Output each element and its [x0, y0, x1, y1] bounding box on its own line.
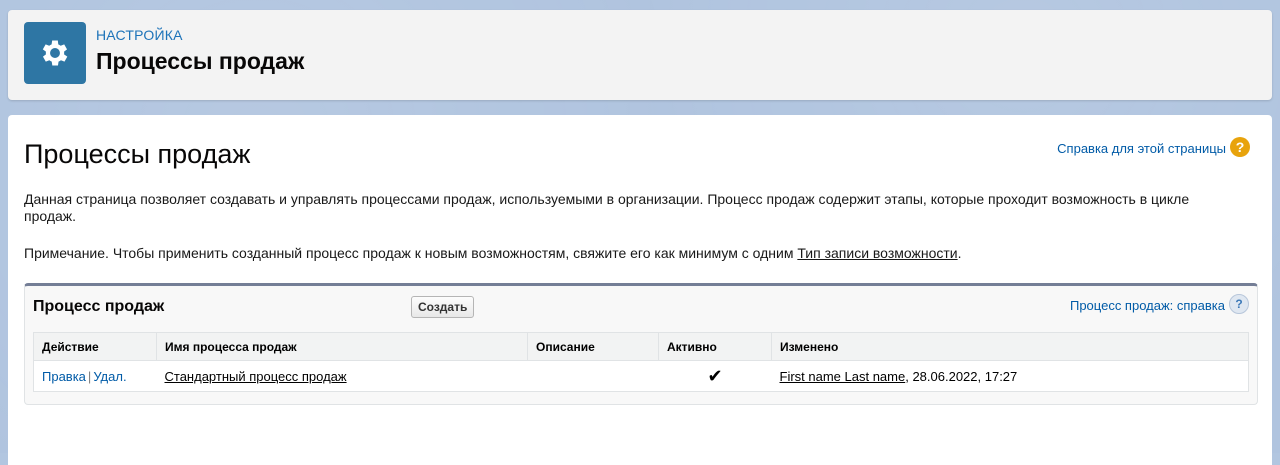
page-help-link[interactable]: Справка для этой страницы — [1057, 141, 1226, 156]
create-button[interactable]: Создать — [411, 296, 475, 318]
page-header: НАСТРОЙКА Процессы продаж — [8, 10, 1272, 100]
column-name: Имя процесса продаж — [156, 332, 528, 361]
edit-link[interactable]: Правка — [42, 369, 86, 384]
modified-by-link[interactable]: First name Last name — [780, 369, 906, 384]
column-action: Действие — [33, 332, 157, 361]
record-type-link[interactable]: Тип записи возможности — [797, 245, 957, 261]
modified-date: , 28.06.2022, 17:27 — [905, 368, 1018, 384]
gear-icon — [24, 22, 86, 84]
page-note: Примечание. Чтобы применить созданный пр… — [24, 245, 962, 261]
column-active: Активно — [658, 332, 772, 361]
main-content: Процессы продаж Справка для этой страниц… — [8, 115, 1272, 465]
column-description: Описание — [527, 332, 659, 361]
table-header-row: Действие Имя процесса продаж Описание Ак… — [33, 332, 1249, 361]
table-row: Правка | Удал. Стандартный процесс продаж … — [34, 361, 1249, 392]
panel-title: Процесс продаж — [33, 298, 165, 315]
page-title: Процессы продаж — [24, 139, 251, 169]
row-name: Стандартный процесс продаж — [157, 361, 528, 392]
row-active: ✔ — [659, 361, 772, 392]
panel-help-icon[interactable]: ? — [1229, 294, 1249, 314]
row-actions: Правка | Удал. — [34, 361, 157, 392]
delete-link[interactable]: Удал. — [93, 369, 126, 384]
row-modified: First name Last name, 28.06.2022, 17:27 — [772, 361, 1249, 392]
sales-process-table: Действие Имя процесса продаж Описание Ак… — [33, 332, 1249, 392]
column-modified: Изменено — [771, 332, 1249, 361]
panel-help-link[interactable]: Процесс продаж: справка — [1070, 298, 1225, 313]
note-suffix: . — [957, 245, 962, 261]
header-title: Процессы продаж — [96, 48, 305, 74]
sales-process-panel: Процесс продаж Создать Процесс продаж: с… — [24, 283, 1258, 405]
note-text: Примечание. Чтобы применить созданный пр… — [24, 245, 798, 261]
header-eyebrow: НАСТРОЙКА — [96, 27, 183, 43]
sales-process-name-link[interactable]: Стандартный процесс продаж — [165, 369, 347, 384]
row-description — [528, 361, 659, 392]
page-description: Данная страница позволяет создавать и уп… — [24, 191, 1190, 224]
checkmark-icon: ✔ — [707, 365, 723, 386]
help-question-icon[interactable]: ? — [1230, 137, 1250, 157]
